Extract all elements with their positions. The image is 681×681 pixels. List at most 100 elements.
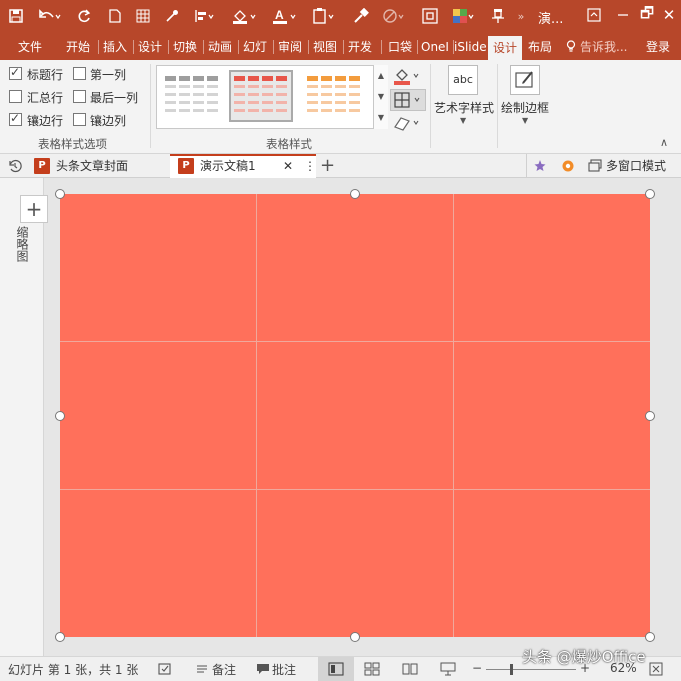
resize-handle-s[interactable]: [350, 632, 360, 642]
fill-color-icon[interactable]: [230, 5, 260, 27]
header-row-checkbox[interactable]: [9, 65, 22, 80]
doc-tab-2[interactable]: 演示文稿1: [200, 154, 256, 178]
crop-icon[interactable]: [420, 5, 440, 27]
shading-button[interactable]: [392, 66, 424, 86]
draw-borders-button[interactable]: 绘制边框: [501, 99, 549, 116]
collapse-ribbon-icon[interactable]: ∧: [660, 136, 668, 149]
reading-view-icon[interactable]: [402, 662, 418, 676]
magic-wand-icon[interactable]: [532, 158, 548, 174]
draw-border-icon[interactable]: [510, 65, 540, 95]
slide-table[interactable]: [60, 194, 650, 637]
title-bar: A » 演... 🗗 ✕: [0, 0, 681, 34]
eyedropper-icon[interactable]: [162, 5, 182, 27]
zoom-slider-thumb[interactable]: [510, 664, 513, 675]
redo-icon[interactable]: [74, 5, 94, 27]
zoom-slider[interactable]: [486, 669, 576, 670]
window-title: 演...: [538, 12, 564, 27]
borders-button[interactable]: [390, 89, 426, 111]
tell-me-box[interactable]: 告诉我...: [566, 34, 636, 60]
tab-review[interactable]: 审阅: [274, 34, 306, 60]
slide-sorter-icon[interactable]: [364, 662, 380, 676]
color-theme-icon[interactable]: [450, 5, 478, 27]
resize-handle-n[interactable]: [350, 189, 360, 199]
grid-icon[interactable]: [133, 5, 153, 27]
document-tabs: P 头条文章封面 P 演示文稿1 ✕ ⋮ + 多窗口模式: [0, 154, 681, 178]
tab-home[interactable]: 开始: [60, 34, 96, 60]
notes-icon: [196, 662, 208, 676]
align-icon[interactable]: [192, 5, 218, 27]
comments-button[interactable]: 批注: [272, 661, 296, 678]
gallery-scroll[interactable]: ▲ ▼ ▼: [373, 65, 388, 129]
tab-view[interactable]: 视图: [309, 34, 341, 60]
resize-handle-se[interactable]: [645, 632, 655, 642]
last-column-checkbox[interactable]: [73, 90, 86, 103]
table-styles-gallery[interactable]: ▲ ▼ ▼: [156, 65, 388, 129]
banded-rows-checkbox[interactable]: [9, 111, 22, 126]
wordart-icon[interactable]: abc: [448, 65, 478, 95]
fit-to-window-icon[interactable]: [649, 662, 663, 676]
table-style-orange[interactable]: [303, 70, 367, 122]
gallery-down-icon[interactable]: ▼: [374, 86, 388, 107]
tab-pocket[interactable]: 口袋: [384, 34, 416, 60]
resize-handle-nw[interactable]: [55, 189, 65, 199]
tab-menu-button[interactable]: ⋮: [304, 154, 316, 178]
restore-button[interactable]: 🗗: [636, 4, 658, 26]
new-doc-icon[interactable]: [105, 5, 125, 27]
close-tab-button[interactable]: ✕: [283, 154, 293, 178]
tab-table-design[interactable]: 设计: [488, 36, 522, 60]
first-column-label: 第一列: [90, 68, 127, 82]
tab-design[interactable]: 设计: [134, 34, 166, 60]
gallery-up-icon[interactable]: ▲: [374, 65, 388, 86]
close-button[interactable]: ✕: [658, 4, 680, 26]
effects-button[interactable]: [392, 113, 424, 133]
login-link[interactable]: 登录: [642, 34, 674, 60]
wordart-dropdown-icon[interactable]: ▼: [460, 116, 466, 125]
table-style-red-selected[interactable]: [229, 70, 293, 122]
format-painter-icon[interactable]: [350, 5, 372, 27]
tab-transitions[interactable]: 切换: [169, 34, 201, 60]
draw-borders-dropdown-icon[interactable]: ▼: [522, 116, 528, 125]
no-entry-icon[interactable]: [380, 5, 408, 27]
banded-columns-checkbox[interactable]: [73, 113, 86, 126]
minimize-icon[interactable]: [612, 4, 634, 26]
resize-handle-ne[interactable]: [645, 189, 655, 199]
resize-handle-sw[interactable]: [55, 632, 65, 642]
normal-view-button[interactable]: [318, 657, 354, 681]
tab-file[interactable]: 文件: [8, 34, 52, 60]
history-icon[interactable]: [7, 158, 23, 174]
slide-info: 幻灯片 第 1 张，共 1 张: [8, 663, 139, 677]
slideshow-icon[interactable]: [440, 662, 456, 676]
tab-table-layout[interactable]: 布局: [523, 34, 557, 60]
multi-window-button[interactable]: 多窗口模式: [606, 154, 666, 178]
new-tab-button[interactable]: +: [320, 154, 335, 178]
multi-window-icon: [588, 159, 602, 173]
settings-gear-icon[interactable]: [560, 158, 576, 174]
doc-tab-1[interactable]: 头条文章封面: [56, 154, 128, 178]
undo-icon[interactable]: [36, 5, 64, 27]
tab-developer[interactable]: 开发: [344, 34, 376, 60]
notes-button[interactable]: 备注: [212, 661, 236, 678]
total-row-checkbox[interactable]: [9, 90, 22, 103]
resize-handle-w[interactable]: [55, 411, 65, 421]
font-color-icon[interactable]: A: [270, 5, 300, 27]
more-icon[interactable]: »: [514, 5, 528, 27]
tab-slideshow[interactable]: 幻灯: [239, 34, 271, 60]
resize-handle-e[interactable]: [645, 411, 655, 421]
table-style-gray[interactable]: [161, 70, 225, 122]
add-slide-button[interactable]: +: [20, 195, 48, 223]
paste-icon[interactable]: [310, 5, 338, 27]
first-column-checkbox[interactable]: [73, 67, 86, 80]
zoom-out-button[interactable]: −: [472, 661, 482, 675]
tab-animations[interactable]: 动画: [204, 34, 236, 60]
pin-icon[interactable]: [488, 5, 508, 27]
wordart-styles-button[interactable]: 艺术字样式: [434, 99, 494, 116]
save-icon[interactable]: [6, 5, 26, 27]
thumbnails-label[interactable]: 缩略图: [12, 226, 29, 262]
spellcheck-icon[interactable]: [158, 662, 172, 676]
tab-onenote[interactable]: OneI: [418, 34, 452, 60]
tell-me-label: 告诉我...: [580, 40, 628, 54]
tab-insert[interactable]: 插入: [99, 34, 131, 60]
ribbon-display-icon[interactable]: [583, 4, 605, 26]
tab-islide[interactable]: iSlide: [454, 34, 486, 60]
gallery-more-icon[interactable]: ▼: [374, 107, 388, 128]
